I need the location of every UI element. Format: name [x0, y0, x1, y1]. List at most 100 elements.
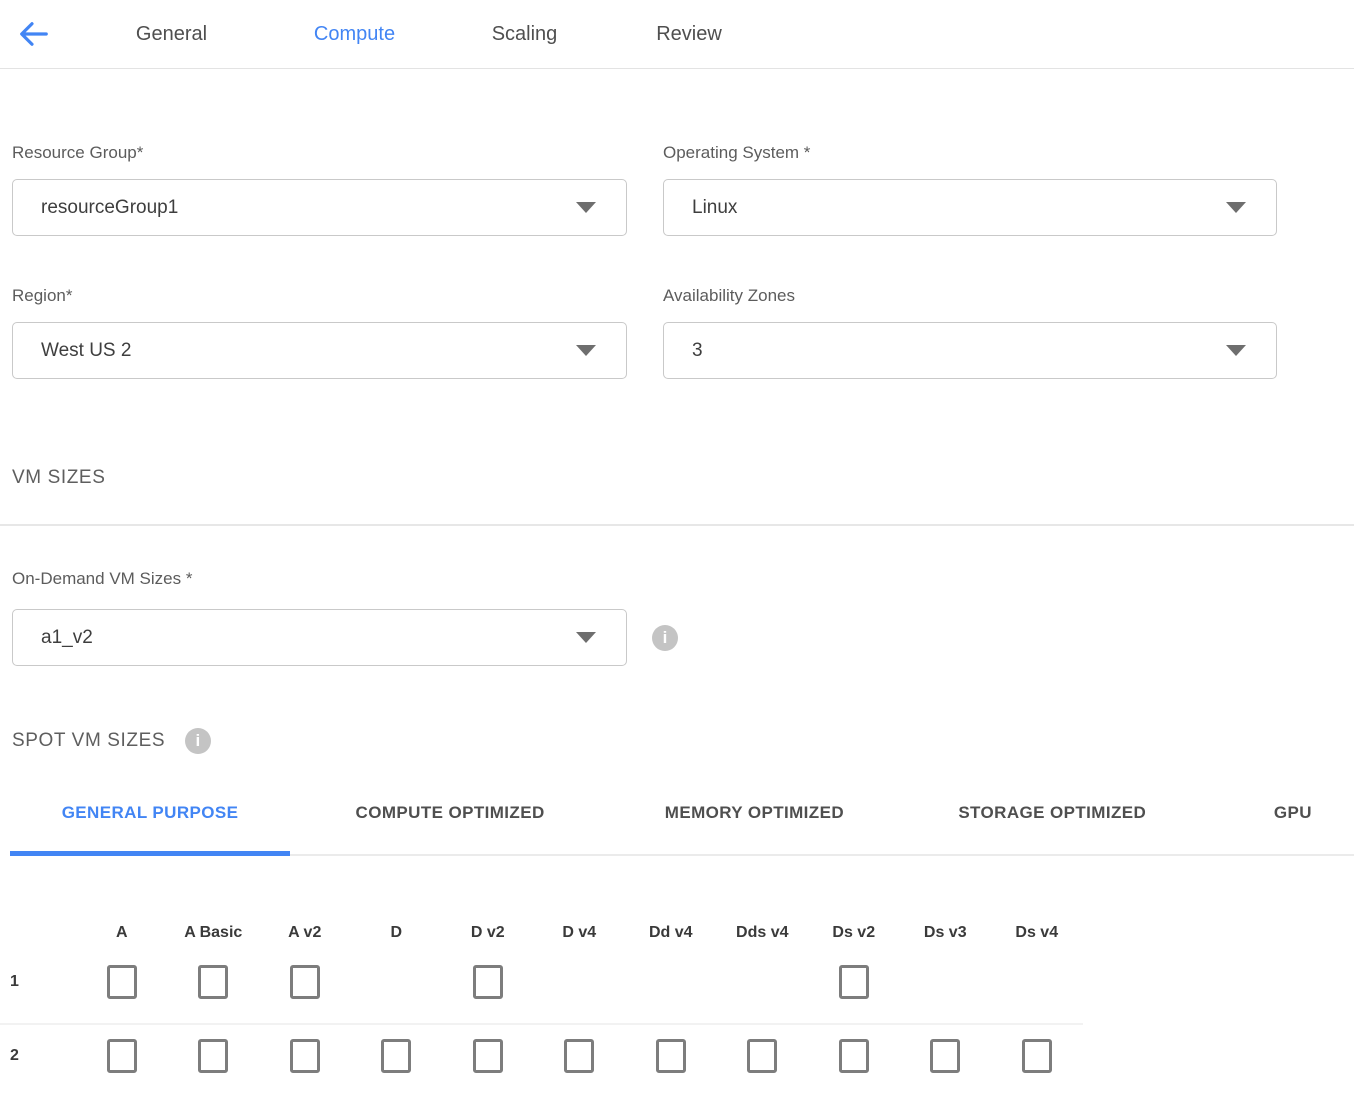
cell-d-v4	[534, 965, 626, 999]
on-demand-vm-sizes-value: a1_v2	[41, 627, 93, 649]
column-header: D	[351, 923, 443, 943]
cell-d-v2	[442, 1039, 534, 1073]
chevron-down-icon	[576, 632, 596, 643]
spot-vm-sizes-section: SPOT VM SIZES i	[0, 728, 1354, 754]
wizard-header: General Compute Scaling Review	[0, 0, 1354, 69]
operating-system-select[interactable]: Linux	[663, 179, 1277, 236]
vm-checkbox[interactable]	[381, 1039, 411, 1073]
tab-general[interactable]: General	[124, 23, 219, 46]
cell-dds-v4	[717, 965, 809, 999]
column-header: Ds v2	[808, 923, 900, 943]
column-header: D v4	[534, 923, 626, 943]
table-header-row: A A Basic A v2 D D v2 D v4 Dd v4 Dds v4 …	[0, 923, 1083, 943]
cell-dd-v4	[625, 1039, 717, 1073]
tab-memory-optimized[interactable]: MEMORY OPTIMIZED	[618, 803, 891, 854]
tab-compute[interactable]: Compute	[302, 23, 407, 46]
operating-system-label: Operating System *	[663, 143, 1277, 163]
cell-ds-v2	[808, 965, 900, 999]
column-header: Ds v3	[900, 923, 992, 943]
resource-group-label: Resource Group*	[12, 143, 627, 163]
column-header: A	[76, 923, 168, 943]
availability-zones-field: Availability Zones 3	[663, 286, 1277, 379]
vm-checkbox[interactable]	[473, 1039, 503, 1073]
region-field: Region* West US 2	[12, 286, 627, 379]
vm-checkbox[interactable]	[473, 965, 503, 999]
vm-checkbox[interactable]	[198, 965, 228, 999]
vm-checkbox[interactable]	[107, 965, 137, 999]
tab-storage-optimized[interactable]: STORAGE OPTIMIZED	[913, 803, 1192, 854]
spot-vm-sizes-title: SPOT VM SIZES	[12, 730, 165, 752]
cell-d	[351, 965, 443, 999]
vm-checkbox[interactable]	[198, 1039, 228, 1073]
tab-compute-optimized[interactable]: COMPUTE OPTIMIZED	[310, 803, 590, 854]
cell-d	[351, 1039, 443, 1073]
table-row: 1	[0, 965, 1083, 999]
resource-group-value: resourceGroup1	[41, 197, 178, 219]
vm-size-table: A A Basic A v2 D D v2 D v4 Dd v4 Dds v4 …	[0, 923, 1083, 1073]
vm-checkbox[interactable]	[290, 1039, 320, 1073]
section-divider	[0, 524, 1354, 526]
on-demand-vm-sizes-label: On-Demand VM Sizes *	[0, 569, 1354, 589]
resource-group-field: Resource Group* resourceGroup1	[12, 143, 627, 236]
availability-zones-label: Availability Zones	[663, 286, 1277, 306]
row-label: 1	[0, 973, 76, 991]
operating-system-field: Operating System * Linux	[663, 143, 1277, 236]
cell-d-v4	[534, 1039, 626, 1073]
cell-dd-v4	[625, 965, 717, 999]
region-label: Region*	[12, 286, 627, 306]
vm-checkbox[interactable]	[839, 965, 869, 999]
cell-ds-v3	[900, 965, 992, 999]
row-divider	[0, 1023, 1083, 1025]
availability-zones-select[interactable]: 3	[663, 322, 1277, 379]
vm-checkbox[interactable]	[930, 1039, 960, 1073]
vm-checkbox[interactable]	[290, 965, 320, 999]
column-header: A Basic	[168, 923, 260, 943]
cell-ds-v2	[808, 1039, 900, 1073]
tab-scaling[interactable]: Scaling	[477, 23, 572, 46]
tab-review[interactable]: Review	[644, 23, 734, 46]
vm-sizes-section-title: VM SIZES	[0, 467, 1354, 489]
region-select[interactable]: West US 2	[12, 322, 627, 379]
column-header: Dds v4	[717, 923, 809, 943]
vm-checkbox[interactable]	[656, 1039, 686, 1073]
cell-d-v2	[442, 965, 534, 999]
resource-group-select[interactable]: resourceGroup1	[12, 179, 627, 236]
cell-ds-v4	[991, 1039, 1083, 1073]
info-icon[interactable]: i	[185, 728, 211, 754]
cell-dds-v4	[717, 1039, 809, 1073]
on-demand-vm-sizes-select[interactable]: a1_v2	[12, 609, 627, 666]
column-header: Ds v4	[991, 923, 1083, 943]
vm-checkbox[interactable]	[564, 1039, 594, 1073]
column-header: Dd v4	[625, 923, 717, 943]
chevron-down-icon	[576, 202, 596, 213]
cell-a-basic	[168, 1039, 260, 1073]
vm-checkbox[interactable]	[747, 1039, 777, 1073]
cell-a	[76, 965, 168, 999]
table-row: 2	[0, 1039, 1083, 1073]
cell-ds-v4	[991, 965, 1083, 999]
row-label: 2	[0, 1047, 76, 1065]
vm-checkbox[interactable]	[1022, 1039, 1052, 1073]
column-header: D v2	[442, 923, 534, 943]
vm-checkbox[interactable]	[107, 1039, 137, 1073]
compute-form: Resource Group* resourceGroup1 Operating…	[12, 143, 1277, 379]
cell-ds-v3	[900, 1039, 992, 1073]
chevron-down-icon	[1226, 345, 1246, 356]
chevron-down-icon	[1226, 202, 1246, 213]
tab-gpu[interactable]: GPU	[1232, 803, 1354, 854]
availability-zones-value: 3	[692, 340, 703, 362]
tab-general-purpose[interactable]: GENERAL PURPOSE	[10, 803, 290, 854]
cell-a	[76, 1039, 168, 1073]
column-header: A v2	[259, 923, 351, 943]
back-button[interactable]	[8, 10, 56, 58]
spot-category-tabs: GENERAL PURPOSE COMPUTE OPTIMIZED MEMORY…	[10, 803, 1354, 856]
cell-a-v2	[259, 965, 351, 999]
operating-system-value: Linux	[692, 197, 737, 219]
region-value: West US 2	[41, 340, 131, 362]
chevron-down-icon	[576, 345, 596, 356]
arrow-left-icon	[13, 15, 51, 53]
info-icon[interactable]: i	[652, 625, 678, 651]
cell-a-basic	[168, 965, 260, 999]
vm-checkbox[interactable]	[839, 1039, 869, 1073]
cell-a-v2	[259, 1039, 351, 1073]
